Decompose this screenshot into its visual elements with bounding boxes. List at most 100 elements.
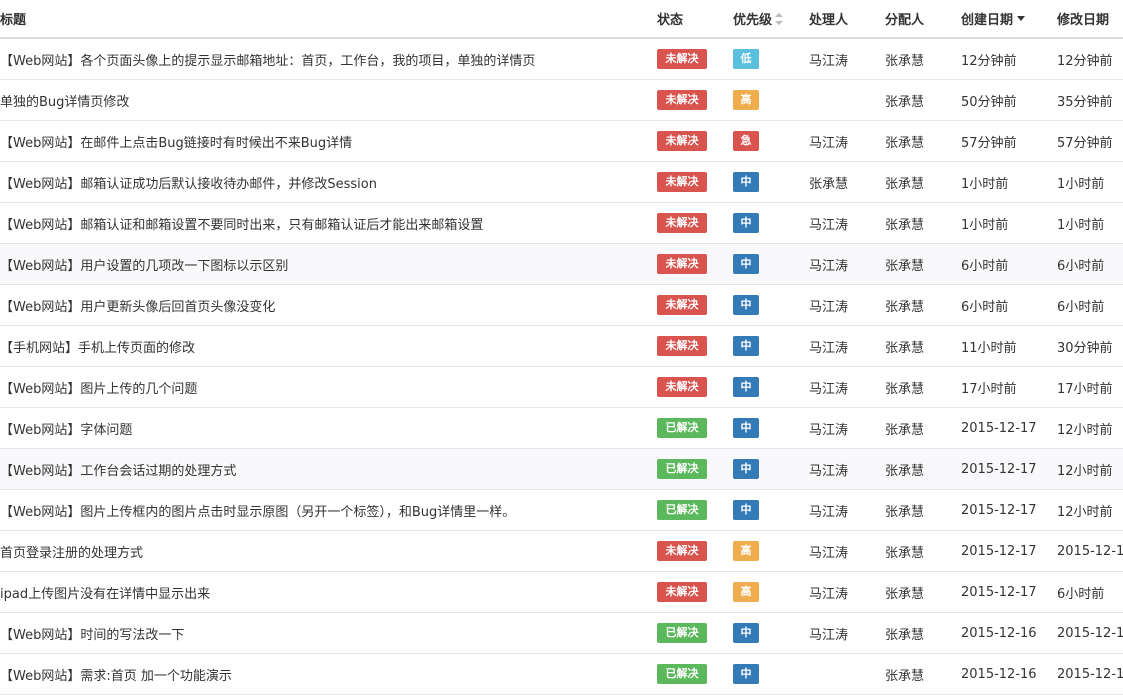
- issue-title[interactable]: ipad上传图片没有在详情中显示出来: [0, 572, 640, 612]
- issue-title[interactable]: 【Web网站】工作台会话过期的处理方式: [0, 449, 640, 489]
- modified-header-label[interactable]: 修改日期: [1057, 9, 1109, 28]
- modified-date: 6小时前: [1057, 258, 1105, 274]
- assignee-name: 张承慧: [885, 176, 925, 192]
- priority-cell: 中: [733, 326, 803, 366]
- handler-name: 马江涛: [809, 381, 849, 397]
- table-row[interactable]: 首页登录注册的处理方式 未解决 高 马江涛 张承慧 2015-12-17 2015-12-1: [0, 531, 1123, 572]
- modified-date: 35分钟前: [1057, 94, 1113, 110]
- handler-name: 马江涛: [809, 340, 849, 356]
- modified-cell: 2015-12-1: [1057, 613, 1123, 653]
- handler-cell: 马江涛: [809, 572, 879, 612]
- modified-date: 12小时前: [1057, 504, 1113, 520]
- priority-header-label[interactable]: 优先级: [733, 9, 772, 28]
- priority-badge: 中: [733, 500, 759, 520]
- table-row[interactable]: 【Web网站】需求:首页 加一个功能演示 已解决 中 张承慧 2015-12-16 201…: [0, 654, 1123, 695]
- handler-cell: 马江涛: [809, 613, 879, 653]
- assignee-name: 张承慧: [885, 627, 925, 643]
- table-row[interactable]: 【Web网站】在邮件上点击Bug链接时有时候出不来Bug详情 未解决 急 马江涛 张承慧…: [0, 121, 1123, 162]
- assignee-header-label: 分配人: [885, 13, 925, 28]
- status-badge: 已解决: [657, 623, 707, 643]
- issue-title[interactable]: 【Web网站】邮箱认证成功后默认接收待办邮件，并修改Session: [0, 162, 640, 202]
- status-badge: 已解决: [657, 664, 707, 684]
- created-cell: 6小时前: [961, 285, 1053, 325]
- status-cell: 已解决: [657, 654, 727, 694]
- issue-title[interactable]: 【Web网站】需求:首页 加一个功能演示: [0, 654, 640, 694]
- issue-title[interactable]: 【Web网站】图片上传框内的图片点击时显示原图（另开一个标签），和Bug详情里一…: [0, 490, 640, 530]
- sort-icon[interactable]: [775, 12, 784, 25]
- issue-title[interactable]: 【Web网站】图片上传的几个问题: [0, 367, 640, 407]
- issue-title[interactable]: 【Web网站】字体问题: [0, 408, 640, 448]
- column-header-modified[interactable]: 修改日期: [1057, 0, 1123, 37]
- priority-cell: 高: [733, 80, 803, 120]
- issue-title-text[interactable]: 【Web网站】各个页面头像上的提示显示邮箱地址：首页，工作台，我的项目，单独的详…: [0, 50, 535, 69]
- modified-cell: 12小时前: [1057, 490, 1123, 530]
- issue-title-text[interactable]: 【Web网站】在邮件上点击Bug链接时有时候出不来Bug详情: [0, 132, 352, 151]
- issue-title[interactable]: 【Web网站】时间的写法改一下: [0, 613, 640, 653]
- modified-cell: 17小时前: [1057, 367, 1123, 407]
- table-row[interactable]: 【手机网站】手机上传页面的修改 未解决 中 马江涛 张承慧 11小时前 30分钟前: [0, 326, 1123, 367]
- issue-title-text[interactable]: 【Web网站】用户更新头像后回首页头像没变化: [0, 296, 275, 315]
- created-date: 50分钟前: [961, 94, 1017, 110]
- assignee-name: 张承慧: [885, 53, 925, 69]
- issue-title[interactable]: 单独的Bug详情页修改: [0, 80, 640, 120]
- handler-cell: 马江涛: [809, 408, 879, 448]
- status-cell: 未解决: [657, 531, 727, 571]
- priority-cell: 中: [733, 244, 803, 284]
- handler-name: 马江涛: [809, 258, 849, 274]
- priority-badge: 中: [733, 459, 759, 479]
- modified-date: 1小时前: [1057, 176, 1105, 192]
- issue-title-text[interactable]: ipad上传图片没有在详情中显示出来: [0, 583, 210, 602]
- table-header: 标题 状态 优先级 处理人 分配人 创建日期 修改日期: [0, 0, 1123, 39]
- table-row[interactable]: 【Web网站】图片上传的几个问题 未解决 中 马江涛 张承慧 17小时前 17小时前: [0, 367, 1123, 408]
- table-row[interactable]: ipad上传图片没有在详情中显示出来 未解决 高 马江涛 张承慧 2015-12-17 6小…: [0, 572, 1123, 613]
- issue-title-text[interactable]: 【Web网站】工作台会话过期的处理方式: [0, 460, 236, 479]
- created-cell: 50分钟前: [961, 80, 1053, 120]
- modified-date: 12分钟前: [1057, 53, 1113, 69]
- table-row[interactable]: 单独的Bug详情页修改 未解决 高 张承慧 50分钟前 35分钟前: [0, 80, 1123, 121]
- issue-title[interactable]: 【Web网站】在邮件上点击Bug链接时有时候出不来Bug详情: [0, 121, 640, 161]
- issue-title[interactable]: 【Web网站】用户设置的几项改一下图标以示区别: [0, 244, 640, 284]
- priority-badge: 高: [733, 582, 759, 602]
- sort-descending-icon[interactable]: [1017, 16, 1026, 21]
- assignee-cell: 张承慧: [885, 490, 955, 530]
- issue-title-text[interactable]: 单独的Bug详情页修改: [0, 91, 129, 110]
- issue-title-text[interactable]: 首页登录注册的处理方式: [0, 542, 143, 561]
- created-cell: 12分钟前: [961, 39, 1053, 79]
- created-header-label[interactable]: 创建日期: [961, 9, 1013, 28]
- table-row[interactable]: 【Web网站】邮箱认证成功后默认接收待办邮件，并修改Session 未解决 中 张承慧…: [0, 162, 1123, 203]
- issue-title-text[interactable]: 【Web网站】字体问题: [0, 419, 132, 438]
- issue-title-text[interactable]: 【手机网站】手机上传页面的修改: [0, 337, 195, 356]
- issue-title[interactable]: 【Web网站】用户更新头像后回首页头像没变化: [0, 285, 640, 325]
- issue-title-text[interactable]: 【Web网站】邮箱认证和邮箱设置不要同时出来，只有邮箱认证后才能出来邮箱设置: [0, 214, 483, 233]
- priority-cell: 中: [733, 490, 803, 530]
- table-row[interactable]: 【Web网站】图片上传框内的图片点击时显示原图（另开一个标签），和Bug详情里一…: [0, 490, 1123, 531]
- modified-cell: 12小时前: [1057, 449, 1123, 489]
- table-row[interactable]: 【Web网站】字体问题 已解决 中 马江涛 张承慧 2015-12-17 12小时前: [0, 408, 1123, 449]
- issue-title[interactable]: 【Web网站】邮箱认证和邮箱设置不要同时出来，只有邮箱认证后才能出来邮箱设置: [0, 203, 640, 243]
- status-badge: 未解决: [657, 295, 707, 315]
- table-row[interactable]: 【Web网站】时间的写法改一下 已解决 中 马江涛 张承慧 2015-12-16 2015-…: [0, 613, 1123, 654]
- created-cell: 2015-12-17: [961, 572, 1053, 612]
- assignee-cell: 张承慧: [885, 203, 955, 243]
- table-row[interactable]: 【Web网站】邮箱认证和邮箱设置不要同时出来，只有邮箱认证后才能出来邮箱设置 未解…: [0, 203, 1123, 244]
- table-row[interactable]: 【Web网站】各个页面头像上的提示显示邮箱地址：首页，工作台，我的项目，单独的详…: [0, 39, 1123, 80]
- table-row[interactable]: 【Web网站】工作台会话过期的处理方式 已解决 中 马江涛 张承慧 2015-12-17 1…: [0, 449, 1123, 490]
- issue-title-text[interactable]: 【Web网站】图片上传框内的图片点击时显示原图（另开一个标签），和Bug详情里一…: [0, 501, 515, 520]
- issue-title-text[interactable]: 【Web网站】时间的写法改一下: [0, 624, 184, 643]
- column-header-status: 状态: [657, 0, 727, 37]
- issue-title-text[interactable]: 【Web网站】图片上传的几个问题: [0, 378, 197, 397]
- issue-title-text[interactable]: 【Web网站】需求:首页 加一个功能演示: [0, 665, 232, 684]
- handler-cell: 张承慧: [809, 162, 879, 202]
- status-cell: 未解决: [657, 39, 727, 79]
- issue-title-text[interactable]: 【Web网站】用户设置的几项改一下图标以示区别: [0, 255, 288, 274]
- column-header-created[interactable]: 创建日期: [961, 0, 1053, 37]
- handler-name: 马江涛: [809, 53, 849, 69]
- issue-title[interactable]: 【手机网站】手机上传页面的修改: [0, 326, 640, 366]
- issue-title-text[interactable]: 【Web网站】邮箱认证成功后默认接收待办邮件，并修改Session: [0, 173, 377, 192]
- created-cell: 2015-12-16: [961, 654, 1053, 694]
- table-row[interactable]: 【Web网站】用户设置的几项改一下图标以示区别 未解决 中 马江涛 张承慧 6小时前 6小时…: [0, 244, 1123, 285]
- issue-title[interactable]: 【Web网站】各个页面头像上的提示显示邮箱地址：首页，工作台，我的项目，单独的详…: [0, 39, 640, 79]
- table-row[interactable]: 【Web网站】用户更新头像后回首页头像没变化 未解决 中 马江涛 张承慧 6小时前 6小时前: [0, 285, 1123, 326]
- issue-title[interactable]: 首页登录注册的处理方式: [0, 531, 640, 571]
- column-header-priority[interactable]: 优先级: [733, 0, 803, 37]
